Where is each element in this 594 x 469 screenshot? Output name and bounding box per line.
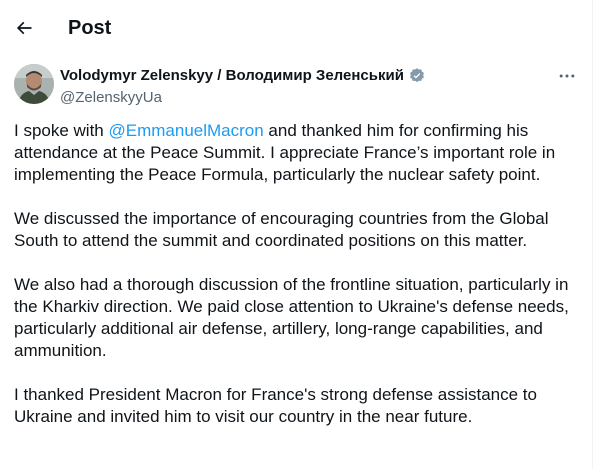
post-paragraph-2: We discussed the importance of encouragi… [14,209,549,250]
name-row: Volodymyr Zelenskyy / Володимир Зеленськ… [60,66,426,86]
post-paragraph-3: We also had a thorough discussion of the… [14,275,569,360]
avatar-photo [14,64,54,104]
user-handle[interactable]: @ZelenskyyUa [60,88,162,108]
post-paragraph-1: I spoke with @EmmanuelMacron and thanked… [14,120,586,186]
back-button[interactable] [10,14,38,42]
post-paragraph-4: I thanked President Macron for France's … [14,385,537,426]
avatar[interactable] [14,64,54,104]
verified-badge-icon [410,68,424,83]
arrow-left-icon [16,21,32,35]
post-text-segment: I spoke with [14,121,109,140]
more-horizontal-icon [559,74,575,78]
display-name[interactable]: Volodymyr Zelenskyy / Володимир Зеленськ… [60,66,404,86]
more-options-button[interactable] [552,64,582,88]
author-row: Volodymyr Zelenskyy / Володимир Зеленськ… [14,64,592,112]
page-title: Post [68,17,112,39]
top-bar: Post [0,0,593,56]
mention-link[interactable]: @EmmanuelMacron [109,121,264,140]
post-text: I spoke with @EmmanuelMacron and thanked… [14,120,586,450]
post-view: Post Volodymyr Zelenskyy / Володимир Зел… [0,0,593,469]
